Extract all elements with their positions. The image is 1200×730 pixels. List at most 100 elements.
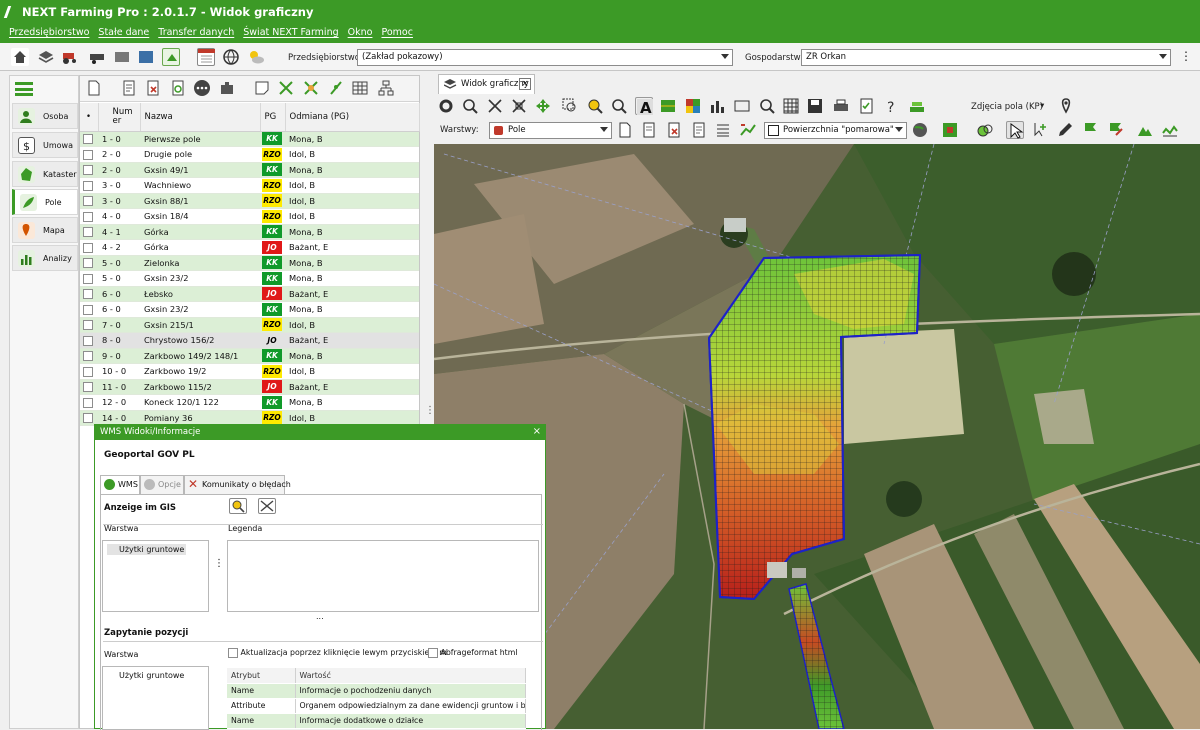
nav-item-analizy[interactable]: Analizy [12,245,78,271]
col-header-name[interactable]: Nazwa [140,103,261,132]
nav-item-kataster[interactable]: Kataster [12,161,78,187]
merge-field-icon[interactable] [302,79,320,97]
checkbox-icon[interactable] [83,134,93,144]
checkbox-icon[interactable] [83,413,93,423]
row-checkbox-cell[interactable] [80,208,98,225]
menu-transfer-danych[interactable]: Transfer danych [158,27,234,38]
table-row[interactable]: 5 - 0 Zielonka KK Mona, B [80,255,419,271]
row-checkbox-cell[interactable] [80,317,98,333]
table-row[interactable]: 5 - 0 Gxsin 23/2 KK Mona, B [80,270,419,287]
checkbox-icon[interactable] [428,648,438,658]
weather-icon[interactable] [247,48,265,66]
farm-select[interactable]: ZR Orkan [801,49,1171,66]
field-ops-icon[interactable] [113,48,131,66]
query-layer-item[interactable]: Użytki gruntowe [107,670,186,681]
print-icon[interactable] [832,97,850,115]
delete-document-icon[interactable] [665,121,683,139]
checkbox-icon[interactable] [83,335,93,346]
checkbox-icon[interactable] [83,165,93,175]
row-checkbox-cell[interactable] [80,193,98,209]
new-document-icon[interactable] [85,79,103,97]
search-icon[interactable] [229,498,247,514]
close-icon[interactable]: × [533,426,541,437]
select-arrow-icon[interactable] [1006,121,1024,139]
query-layer-list[interactable]: Użytki gruntowe [102,666,209,730]
help-icon[interactable]: ? [882,97,900,116]
tab-opcje[interactable]: Opcje [140,475,184,494]
row-checkbox-cell[interactable] [80,162,98,178]
table-row[interactable]: 4 - 0 Gxsin 18/4 RZO Idol, B [80,208,419,225]
table-row[interactable]: 9 - 0 Zarkbowo 149/2 148/1 KK Mona, B [80,348,419,364]
text-label-icon[interactable]: A [635,97,653,117]
table-row[interactable]: 2 - 0 Gxsin 49/1 KK Mona, B [80,162,419,178]
globe-icon[interactable] [222,48,240,66]
checkbox-icon[interactable] [83,149,93,160]
layer-item[interactable]: Użytki gruntowe [107,544,187,555]
layers-icon[interactable] [37,48,55,66]
delete-document-icon[interactable] [144,79,162,97]
plugin-icon[interactable] [218,79,236,97]
checkbox-icon[interactable] [83,242,93,253]
pan-icon[interactable] [534,97,552,115]
checkbox-icon[interactable] [83,273,93,284]
col-header-variety[interactable]: Odmiana (PG) [285,103,420,132]
edit-document-icon[interactable] [640,121,658,139]
settings-gear-icon[interactable] [437,97,455,115]
format-checkbox[interactable]: Abfrageformat html [428,648,518,658]
table-row[interactable]: 4 - 1 Górka KK Mona, B [80,224,419,240]
checkbox-icon[interactable] [83,304,93,315]
checkbox-icon[interactable] [83,196,93,206]
checkbox-icon[interactable] [83,351,93,361]
checkbox-icon[interactable] [228,648,238,658]
table-row[interactable]: 6 - 0 Łebsko JO Bażant, E [80,286,419,302]
row-checkbox-cell[interactable] [80,332,98,349]
calendar-icon[interactable] [197,48,215,66]
raster-grid-icon[interactable] [782,97,800,115]
pen-icon[interactable] [1056,121,1074,139]
area-map-icon[interactable] [659,97,677,115]
row-checkbox-cell[interactable] [80,379,98,395]
more-ellipsis[interactable]: ... [316,612,324,621]
zoom-out-icon[interactable] [486,97,504,115]
boundary-icon[interactable] [1161,121,1179,139]
menu-pomoc[interactable]: Pomoc [381,27,413,38]
layer-list[interactable]: Użytki gruntowe [102,540,209,612]
location-pin-icon[interactable] [1057,97,1075,115]
split-field-icon[interactable] [277,79,295,97]
nav-item-mapa[interactable]: Mapa [12,217,78,243]
table-row[interactable]: 10 - 0 Zarkbowo 19/2 RZO Idol, B [80,363,419,380]
tractor-icon[interactable] [61,48,79,66]
enterprise-select[interactable]: (Zakład pokazowy) [357,49,733,66]
update-checkbox[interactable]: Aktualizacja poprzez kliknięcie lewym pr… [228,648,447,658]
nav-item-pole[interactable]: Pole [12,189,78,215]
table-row[interactable]: 12 - 0 Koneck 120/1 122 KK Mona, B [80,394,419,411]
layer-stack-icon[interactable] [908,97,926,115]
layer-select[interactable]: Pole [489,122,612,139]
machine-icon[interactable] [88,48,106,66]
crop-wheat-icon[interactable] [327,79,345,97]
search-icon[interactable] [758,97,776,115]
table-row[interactable]: 11 - 0 Zarkbowo 115/2 JO Bażant, E [80,379,419,395]
zoom-in-icon[interactable] [461,97,479,115]
rectangle-select-icon[interactable] [733,97,751,115]
col-header-number[interactable]: Num er [98,103,141,132]
table-row[interactable]: 7 - 0 Gxsin 215/1 RZO Idol, B [80,317,419,333]
checkbox-icon[interactable] [83,227,93,237]
color-grid-icon[interactable] [684,97,702,115]
query-icon[interactable] [586,97,604,115]
col-header-pg[interactable]: PG [260,103,286,132]
table-row[interactable]: 6 - 0 Gxsin 23/2 KK Mona, B [80,301,419,318]
new-document-icon[interactable] [616,121,634,139]
edit-document-icon[interactable] [120,79,138,97]
zoom-extent-icon[interactable] [258,498,276,514]
checkbox-icon[interactable] [83,397,93,408]
line-chart-icon[interactable] [739,121,757,139]
tab-widok-graficzny[interactable]: Widok graficzny × [438,74,535,94]
more-options-icon[interactable] [193,79,211,97]
circles-icon[interactable] [976,121,994,139]
list-icon[interactable] [714,121,732,139]
flag-edit-icon[interactable] [1106,121,1124,139]
globe-icon[interactable] [911,121,929,139]
menu-okno[interactable]: Okno [348,27,373,38]
attribute-row[interactable]: Name Informacje dodatkowe o działce [227,713,526,729]
